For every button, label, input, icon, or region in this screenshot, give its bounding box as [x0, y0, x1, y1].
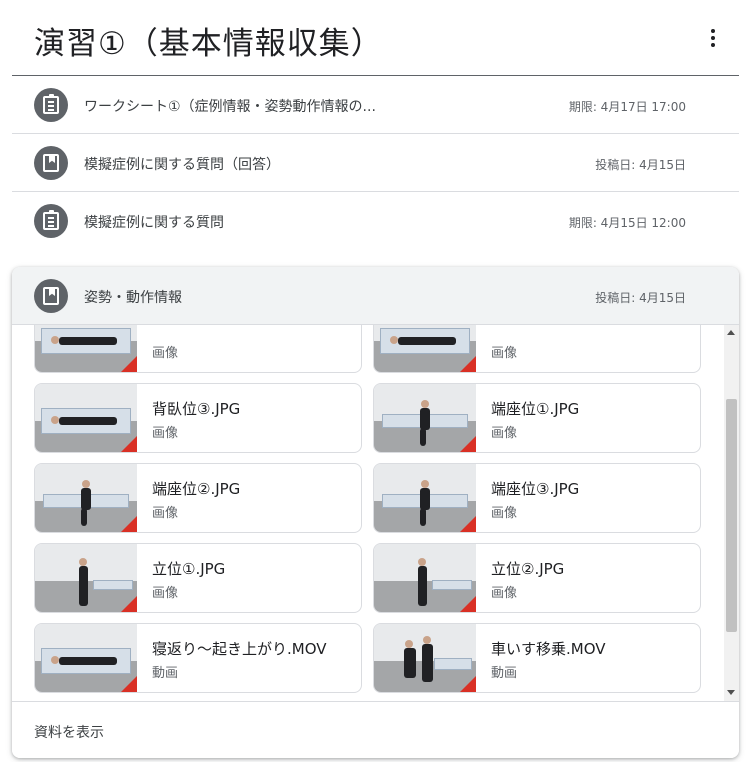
- attachment-card[interactable]: 立位①.JPG 画像: [34, 543, 362, 613]
- scroll-down-icon[interactable]: [727, 690, 735, 695]
- attachment-card[interactable]: 画像: [373, 325, 701, 373]
- attachment-type: 画像: [152, 346, 179, 361]
- material-icon: [34, 146, 68, 180]
- attachment-name: 寝返り～起き上がり.MOV: [152, 640, 327, 658]
- classwork-item-question-answer[interactable]: 模擬症例に関する質問（回答） 投稿日: 4月15日: [12, 134, 739, 192]
- classwork-item-question[interactable]: 模擬症例に関する質問 期限: 4月15日 12:00: [12, 192, 739, 250]
- more-options-icon[interactable]: [701, 26, 725, 54]
- attachment-card[interactable]: 車いす移乗.MOV 動画: [373, 623, 701, 693]
- scroll-up-icon[interactable]: [727, 330, 735, 335]
- item-title: 姿勢・動作情報: [84, 290, 182, 306]
- item-date: 投稿日: 4月15日: [595, 158, 686, 172]
- attachment-name: 端座位③.JPG: [491, 480, 580, 498]
- assignment-icon: [34, 88, 68, 122]
- attachment-type: 画像: [152, 506, 179, 521]
- attachment-type: 画像: [491, 346, 518, 361]
- attachment-thumbnail: [35, 464, 137, 532]
- attachment-card[interactable]: 立位②.JPG 画像: [373, 543, 701, 613]
- attachment-thumbnail: [374, 544, 476, 612]
- attachment-thumbnail: [35, 384, 137, 452]
- item-title: 模擬症例に関する質問: [84, 215, 224, 231]
- attachment-type: 画像: [491, 586, 518, 601]
- page-title: 演習①（基本情報収集）: [34, 26, 383, 62]
- scrollbar[interactable]: [724, 325, 739, 701]
- attachment-card[interactable]: 端座位①.JPG 画像: [373, 383, 701, 453]
- attachment-name: 背臥位③.JPG: [152, 400, 241, 418]
- attachment-name: 立位①.JPG: [152, 560, 226, 578]
- attachment-list: 画像 画像 背臥位③.JPG 画像 端座位①.JPG 画像 端座位②.JPG 画像 端座位③.J…: [12, 325, 739, 701]
- attachment-thumbnail: [374, 384, 476, 452]
- assignment-icon: [34, 204, 68, 238]
- attachment-name: 端座位①.JPG: [491, 400, 580, 418]
- attachment-card[interactable]: 端座位③.JPG 画像: [373, 463, 701, 533]
- attachment-type: 画像: [152, 426, 179, 441]
- classwork-item-worksheet[interactable]: ワークシート①（症例情報・姿勢動作情報の... 期限: 4月17日 17:00: [12, 76, 739, 134]
- attachment-card[interactable]: 端座位②.JPG 画像: [34, 463, 362, 533]
- attachment-thumbnail: [374, 325, 476, 372]
- attachment-type: 画像: [491, 506, 518, 521]
- attachment-name: 立位②.JPG: [491, 560, 565, 578]
- item-title: ワークシート①（症例情報・姿勢動作情報の...: [84, 99, 376, 115]
- expanded-material-card: 姿勢・動作情報 投稿日: 4月15日 画像 画像 背臥位③.JPG 画像 端座位①.JP…: [12, 267, 739, 758]
- item-date: 投稿日: 4月15日: [595, 291, 686, 305]
- attachment-type: 画像: [491, 426, 518, 441]
- page-header: 演習①（基本情報収集）: [12, 0, 739, 76]
- item-title: 模擬症例に関する質問（回答）: [84, 157, 280, 173]
- attachment-name: 端座位②.JPG: [152, 480, 241, 498]
- attachment-card[interactable]: 画像: [34, 325, 362, 373]
- expanded-material-header[interactable]: 姿勢・動作情報 投稿日: 4月15日: [12, 267, 739, 325]
- attachment-type: 動画: [491, 666, 518, 681]
- attachment-type: 動画: [152, 666, 179, 681]
- material-icon: [34, 279, 68, 313]
- scrollbar-thumb[interactable]: [726, 399, 737, 632]
- attachment-thumbnail: [374, 624, 476, 692]
- attachment-thumbnail: [35, 325, 137, 372]
- attachment-type: 画像: [152, 586, 179, 601]
- attachment-name: 車いす移乗.MOV: [491, 640, 606, 658]
- card-footer: 資料を表示: [12, 701, 739, 758]
- view-material-link[interactable]: 資料を表示: [34, 722, 104, 742]
- attachment-thumbnail: [374, 464, 476, 532]
- attachment-thumbnail: [35, 544, 137, 612]
- attachment-card[interactable]: 寝返り～起き上がり.MOV 動画: [34, 623, 362, 693]
- item-date: 期限: 4月17日 17:00: [568, 100, 686, 114]
- attachment-thumbnail: [35, 624, 137, 692]
- item-date: 期限: 4月15日 12:00: [568, 216, 686, 230]
- attachment-card[interactable]: 背臥位③.JPG 画像: [34, 383, 362, 453]
